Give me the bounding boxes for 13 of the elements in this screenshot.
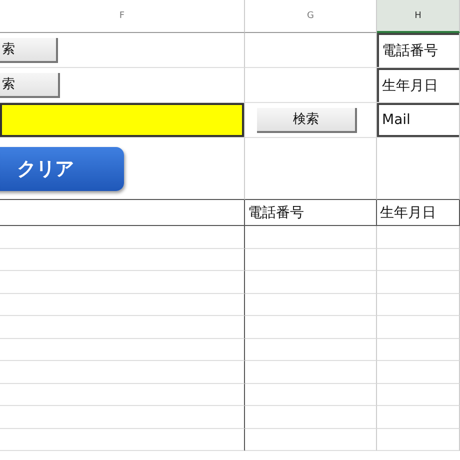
field-label: 生年月日 bbox=[377, 68, 459, 102]
table-header: 電話番号 bbox=[247, 204, 304, 222]
search-button[interactable]: 検索 bbox=[257, 108, 357, 132]
column-header[interactable]: F bbox=[0, 0, 245, 33]
search-button[interactable]: 索 bbox=[0, 72, 60, 98]
column-header[interactable]: H bbox=[377, 0, 460, 33]
search-button[interactable]: 索 bbox=[0, 38, 58, 62]
field-label: 電話番号 bbox=[377, 33, 459, 67]
clear-button[interactable]: クリア bbox=[0, 146, 124, 190]
search-field[interactable] bbox=[0, 103, 244, 137]
table-header: 生年月日 bbox=[379, 204, 436, 222]
column-header[interactable]: G bbox=[245, 0, 377, 33]
field-label: Mail bbox=[377, 103, 459, 137]
